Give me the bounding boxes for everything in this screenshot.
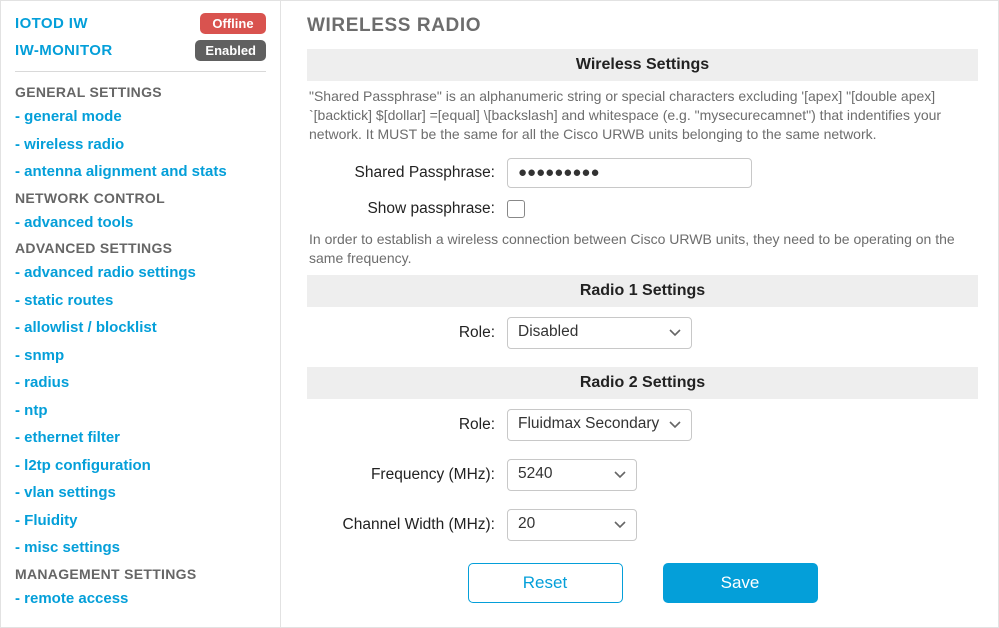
panel-wireless-heading: Wireless Settings	[307, 49, 978, 81]
nav-general-mode[interactable]: - general mode	[15, 106, 266, 129]
panel-radio2-heading: Radio 2 Settings	[307, 367, 978, 399]
nav-remote-access[interactable]: - remote access	[15, 588, 266, 611]
radio2-freq-label: Frequency (MHz):	[307, 466, 507, 484]
nav-wireless-radio[interactable]: - wireless radio	[15, 134, 266, 157]
section-network-heading: NETWORK CONTROL	[15, 190, 266, 206]
wireless-help2: In order to establish a wireless connect…	[309, 230, 976, 268]
panel-radio1-heading: Radio 1 Settings	[307, 275, 978, 307]
main-content: WIRELESS RADIO Wireless Settings "Shared…	[281, 1, 998, 627]
radio1-role-select[interactable]: Disabled	[507, 317, 692, 349]
status-monitor: IW-MONITOR Enabled	[15, 40, 266, 61]
status-iotod-label: IOTOD IW	[15, 15, 88, 32]
reset-button[interactable]: Reset	[468, 563, 623, 603]
radio1-role-value: Disabled	[518, 323, 578, 340]
save-button[interactable]: Save	[663, 563, 818, 603]
section-general-heading: GENERAL SETTINGS	[15, 84, 266, 100]
nav-ntp[interactable]: - ntp	[15, 400, 266, 423]
radio2-cw-value: 20	[518, 515, 535, 532]
nav-misc-settings[interactable]: - misc settings	[15, 537, 266, 560]
page-title: WIRELESS RADIO	[307, 15, 978, 37]
nav-vlan-settings[interactable]: - vlan settings	[15, 482, 266, 505]
show-passphrase-checkbox[interactable]	[507, 200, 525, 218]
sidebar-divider	[15, 71, 266, 72]
radio2-cw-select[interactable]: 20	[507, 509, 637, 541]
chevron-down-icon	[669, 421, 681, 429]
radio1-role-label: Role:	[307, 324, 507, 342]
nav-antenna-alignment[interactable]: - antenna alignment and stats	[15, 161, 266, 184]
section-management-heading: MANAGEMENT SETTINGS	[15, 566, 266, 582]
nav-snmp[interactable]: - snmp	[15, 345, 266, 368]
status-monitor-badge: Enabled	[195, 40, 266, 61]
status-iotod: IOTOD IW Offline	[15, 13, 266, 34]
radio2-freq-select[interactable]: 5240	[507, 459, 637, 491]
section-advanced-heading: ADVANCED SETTINGS	[15, 240, 266, 256]
shared-passphrase-input[interactable]	[507, 158, 752, 188]
sidebar: IOTOD IW Offline IW-MONITOR Enabled GENE…	[1, 1, 281, 627]
nav-radius[interactable]: - radius	[15, 372, 266, 395]
nav-l2tp-configuration[interactable]: - l2tp configuration	[15, 455, 266, 478]
show-passphrase-label: Show passphrase:	[307, 200, 507, 218]
radio2-cw-label: Channel Width (MHz):	[307, 516, 507, 534]
radio2-role-value: Fluidmax Secondary	[518, 415, 659, 432]
radio2-freq-value: 5240	[518, 465, 552, 482]
status-iotod-badge: Offline	[200, 13, 266, 34]
nav-advanced-radio-settings[interactable]: - advanced radio settings	[15, 262, 266, 285]
chevron-down-icon	[614, 521, 626, 529]
chevron-down-icon	[669, 329, 681, 337]
nav-fluidity[interactable]: - Fluidity	[15, 510, 266, 533]
status-monitor-label: IW-MONITOR	[15, 42, 113, 59]
nav-ethernet-filter[interactable]: - ethernet filter	[15, 427, 266, 450]
shared-passphrase-label: Shared Passphrase:	[307, 164, 507, 182]
nav-advanced-tools[interactable]: - advanced tools	[15, 212, 266, 235]
radio2-role-select[interactable]: Fluidmax Secondary	[507, 409, 692, 441]
nav-allowlist-blocklist[interactable]: - allowlist / blocklist	[15, 317, 266, 340]
radio2-role-label: Role:	[307, 416, 507, 434]
chevron-down-icon	[614, 471, 626, 479]
wireless-help1: "Shared Passphrase" is an alphanumeric s…	[309, 87, 976, 144]
nav-static-routes[interactable]: - static routes	[15, 290, 266, 313]
